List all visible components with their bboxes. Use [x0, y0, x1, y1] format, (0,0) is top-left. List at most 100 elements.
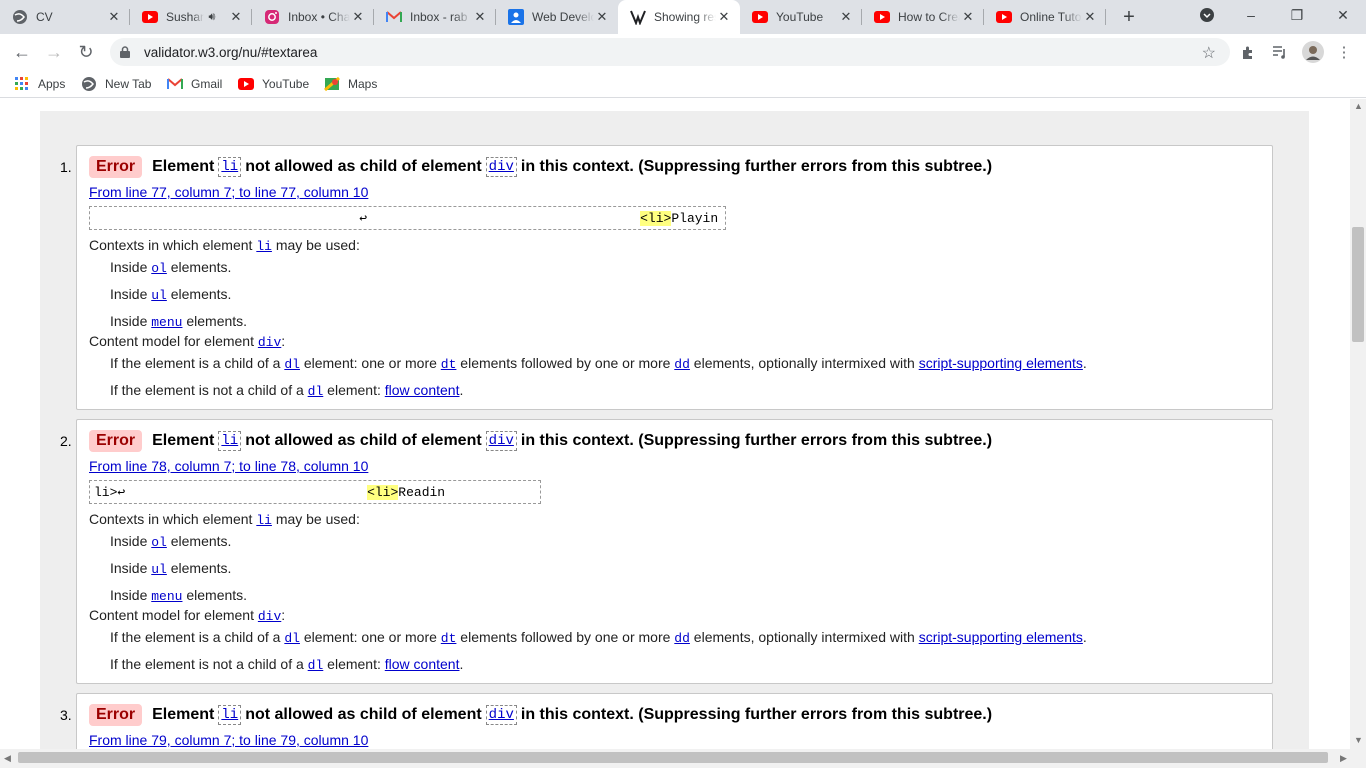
close-window-button[interactable]: ✕ [1320, 0, 1366, 30]
element-link[interactable]: ol [151, 261, 167, 276]
instagram-icon [264, 9, 280, 25]
back-button[interactable]: ← [8, 38, 36, 66]
element-link[interactable]: dl [308, 658, 324, 673]
element-link[interactable]: dt [441, 357, 457, 372]
tab-how-to-create[interactable]: How to Create ✕ [862, 0, 984, 34]
tab-search-button[interactable] [1184, 0, 1230, 30]
source-extract: li>↩ <li>Readin [89, 480, 541, 504]
tab-instagram[interactable]: Inbox • Chats ✕ [252, 0, 374, 34]
element-link[interactable]: dt [441, 631, 457, 646]
address-bar[interactable]: validator.w3.org/nu/#textarea ☆ [110, 38, 1230, 66]
extensions-icon[interactable] [1238, 42, 1258, 62]
error-badge: Error [89, 430, 143, 452]
extract-post: Readin [398, 485, 446, 500]
bookmark-star-icon[interactable]: ☆ [1202, 43, 1216, 63]
element-link[interactable]: li [218, 431, 242, 451]
horizontal-scrollbar[interactable]: ◀ ▶ [0, 749, 1366, 768]
bookmark-maps[interactable]: Maps [324, 76, 377, 92]
tab-title: Inbox • Chats [288, 10, 350, 24]
spec-link[interactable]: script-supporting elements [919, 355, 1083, 371]
close-icon[interactable]: ✕ [594, 9, 610, 25]
new-tab-button[interactable]: + [1118, 6, 1140, 28]
element-link[interactable]: dl [284, 357, 300, 372]
minimize-button[interactable]: – [1228, 0, 1274, 30]
extract-highlight: <li> [367, 485, 399, 500]
element-link[interactable]: ul [151, 288, 167, 303]
profile-avatar[interactable] [1302, 41, 1324, 63]
tab-gmail[interactable]: Inbox - rab ✕ [374, 0, 496, 34]
speaker-icon[interactable]: 🔊︎ [204, 9, 220, 25]
close-icon[interactable]: ✕ [838, 9, 854, 25]
scroll-left-arrow-icon[interactable]: ◀ [4, 753, 11, 764]
horizontal-scroll-thumb[interactable] [18, 752, 1328, 763]
scroll-up-arrow-icon[interactable]: ▲ [1354, 101, 1363, 111]
vertical-scrollbar[interactable]: ▲ ▼ [1350, 99, 1366, 749]
element-link[interactable]: li [256, 239, 272, 254]
bookmark-label: YouTube [262, 77, 310, 91]
element-link[interactable]: menu [151, 589, 182, 604]
close-icon[interactable]: ✕ [350, 9, 366, 25]
element-link[interactable]: li [256, 513, 272, 528]
element-link[interactable]: dd [674, 631, 690, 646]
element-link[interactable]: div [485, 431, 517, 451]
close-icon[interactable]: ✕ [960, 9, 976, 25]
tab-sushant[interactable]: Sushant 🔊︎ ✕ [130, 0, 252, 34]
element-link[interactable]: div [485, 705, 517, 725]
element-link[interactable]: div [258, 335, 281, 350]
context-item: Inside ol elements. [110, 259, 232, 276]
more-menu-icon[interactable]: ⋮ [1334, 42, 1354, 62]
validator-icon [630, 9, 646, 25]
spec-link[interactable]: flow content [385, 656, 460, 672]
element-link[interactable]: div [258, 609, 281, 624]
forward-button[interactable]: → [40, 38, 68, 66]
tab-title: Web Developer [532, 10, 594, 24]
tab-online-tutorial[interactable]: Online Tutorial ✕ [984, 0, 1106, 34]
error-message: Error Element li not allowed as child of… [76, 145, 1273, 410]
tab-title: YouTube [776, 10, 824, 24]
context-item: Inside ul elements. [110, 560, 232, 577]
tab-cv[interactable]: CV ✕ [0, 0, 130, 34]
heading-text: Element [152, 706, 215, 723]
element-link[interactable]: dd [674, 357, 690, 372]
scroll-down-arrow-icon[interactable]: ▼ [1354, 735, 1363, 745]
element-link[interactable]: ol [151, 535, 167, 550]
url-text[interactable]: validator.w3.org/nu/#textarea [144, 45, 317, 60]
bookmark-apps[interactable]: Apps [14, 76, 65, 92]
close-icon[interactable]: ✕ [716, 9, 732, 25]
element-link[interactable]: div [485, 157, 517, 177]
spec-link[interactable]: script-supporting elements [919, 629, 1083, 645]
element-link[interactable]: li [218, 705, 242, 725]
reload-button[interactable]: ↻ [72, 38, 100, 66]
spec-link[interactable]: flow content [385, 382, 460, 398]
element-link[interactable]: ul [151, 562, 167, 577]
close-icon[interactable]: ✕ [106, 9, 122, 25]
location-link[interactable]: From line 79, column 7; to line 79, colu… [89, 732, 368, 748]
tab-title: Online Tutorial [1020, 10, 1082, 24]
tab-youtube[interactable]: YouTube ✕ [740, 0, 862, 34]
context-item: Inside menu elements. [110, 587, 248, 604]
element-link[interactable]: menu [151, 315, 182, 330]
tab-title: CV [36, 10, 53, 24]
location-link[interactable]: From line 78, column 7; to line 78, colu… [89, 458, 368, 474]
content-model-rule: If the element is not a child of a dl el… [110, 656, 464, 673]
element-link[interactable]: dl [284, 631, 300, 646]
heading-text: not allowed as child of element [245, 158, 482, 175]
tab-validator-active[interactable]: Showing results ✕ [618, 0, 740, 34]
bookmark-gmail[interactable]: Gmail [167, 76, 222, 92]
page-viewport: 1. Error Element li not allowed as child… [0, 99, 1350, 749]
close-icon[interactable]: ✕ [472, 9, 488, 25]
tab-title: How to Create [898, 10, 960, 24]
heading-text: Element [152, 158, 215, 175]
close-icon[interactable]: ✕ [1082, 9, 1098, 25]
bookmark-youtube[interactable]: YouTube [238, 76, 309, 92]
media-queue-icon[interactable] [1270, 42, 1290, 62]
bookmark-new-tab[interactable]: New Tab [81, 76, 151, 92]
scroll-right-arrow-icon[interactable]: ▶ [1340, 753, 1347, 764]
restore-button[interactable]: ❐ [1274, 0, 1320, 30]
tab-web-developer[interactable]: Web Developer ✕ [496, 0, 618, 34]
location-link[interactable]: From line 77, column 7; to line 77, colu… [89, 184, 368, 200]
close-icon[interactable]: ✕ [228, 9, 244, 25]
element-link[interactable]: li [218, 157, 242, 177]
element-link[interactable]: dl [308, 384, 324, 399]
vertical-scroll-thumb[interactable] [1352, 227, 1364, 342]
